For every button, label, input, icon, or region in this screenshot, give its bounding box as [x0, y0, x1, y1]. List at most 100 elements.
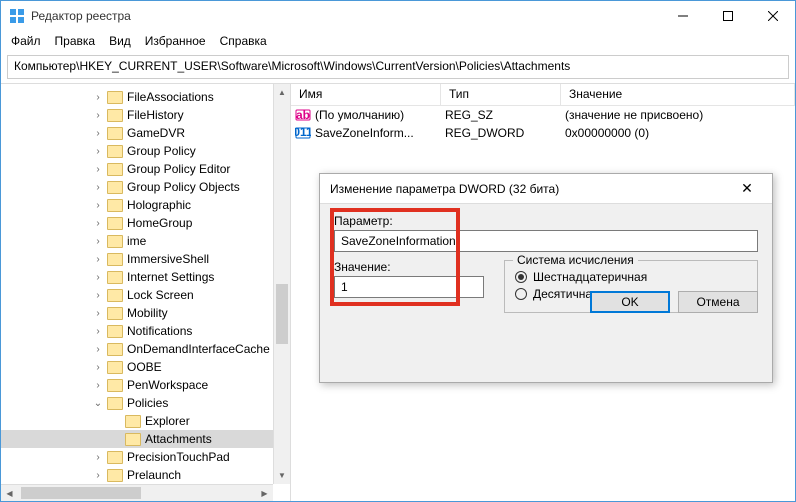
address-bar[interactable]: Компьютер\HKEY_CURRENT_USER\Software\Mic…: [7, 55, 789, 79]
folder-icon: [107, 217, 123, 230]
tree-item[interactable]: ›Mobility: [1, 304, 290, 322]
dialog-close-button[interactable]: ✕: [732, 180, 762, 197]
chevron-right-icon[interactable]: ›: [91, 326, 105, 337]
base-legend: Система исчисления: [513, 253, 638, 267]
tree-item[interactable]: ›GameDVR: [1, 124, 290, 142]
chevron-right-icon[interactable]: ›: [91, 164, 105, 175]
value-name: SaveZoneInform...: [315, 126, 414, 140]
tree-item[interactable]: › Internet Settings: [1, 268, 290, 286]
app-icon: [9, 8, 25, 24]
tree-item-label: OnDemandInterfaceCache: [127, 342, 270, 356]
tree-item[interactable]: ›OOBE: [1, 358, 290, 376]
menu-help[interactable]: Справка: [220, 34, 267, 48]
svg-text:011: 011: [295, 125, 311, 139]
folder-icon: [107, 307, 123, 320]
tree-item[interactable]: › Group Policy Editor: [1, 160, 290, 178]
folder-icon: [107, 253, 123, 266]
folder-icon: [107, 289, 123, 302]
scroll-thumb[interactable]: [276, 284, 288, 344]
radio-hex[interactable]: Шестнадцатеричная: [515, 270, 747, 284]
chevron-right-icon[interactable]: ›: [91, 272, 105, 283]
scroll-down-icon[interactable]: ▼: [274, 467, 290, 484]
menu-favorites[interactable]: Избранное: [145, 34, 206, 48]
menu-edit[interactable]: Правка: [55, 34, 96, 48]
scroll-up-icon[interactable]: ▲: [274, 84, 290, 101]
close-button[interactable]: [750, 1, 795, 31]
tree-item[interactable]: ›HomeGroup: [1, 214, 290, 232]
chevron-right-icon[interactable]: ›: [91, 308, 105, 319]
value-row[interactable]: 011SaveZoneInform...REG_DWORD0x00000000 …: [291, 124, 795, 142]
tree-pane[interactable]: ›FileAssociations›FileHistory›GameDVR›Gr…: [1, 84, 291, 501]
tree-item-label: Group Policy: [127, 144, 196, 158]
tree-item-label: FileAssociations: [127, 90, 214, 104]
scroll-left-icon[interactable]: ◀: [1, 485, 18, 501]
window-title: Редактор реестра: [31, 9, 660, 23]
chevron-right-icon[interactable]: ›: [91, 128, 105, 139]
tree-item[interactable]: ›PenWorkspace: [1, 376, 290, 394]
chevron-right-icon[interactable]: ›: [91, 236, 105, 247]
chevron-right-icon[interactable]: ›: [91, 182, 105, 193]
tree-item[interactable]: Attachments: [1, 430, 290, 448]
folder-icon: [107, 379, 123, 392]
titlebar[interactable]: Редактор реестра: [1, 1, 795, 31]
menu-file[interactable]: Файл: [11, 34, 41, 48]
tree-item[interactable]: ⌄ Policies: [1, 394, 290, 412]
tree-item[interactable]: › OnDemandInterfaceCache: [1, 340, 290, 358]
tree-item[interactable]: ›Lock Screen: [1, 286, 290, 304]
tree-item-label: Policies: [127, 396, 168, 410]
chevron-right-icon[interactable]: ›: [91, 92, 105, 103]
chevron-right-icon[interactable]: ›: [91, 380, 105, 391]
chevron-right-icon[interactable]: ›: [91, 452, 105, 463]
folder-icon: [107, 469, 123, 482]
tree-item[interactable]: Explorer: [1, 412, 290, 430]
value-data-input[interactable]: [334, 276, 484, 298]
chevron-right-icon[interactable]: ›: [91, 110, 105, 121]
folder-icon: [107, 181, 123, 194]
maximize-button[interactable]: [705, 1, 750, 31]
col-data[interactable]: Значение: [561, 84, 795, 105]
tree-item-label: Internet Settings: [127, 270, 214, 284]
tree-item-label: Notifications: [127, 324, 192, 338]
tree-item[interactable]: ›ImmersiveShell: [1, 250, 290, 268]
dword-value-icon: 011: [295, 125, 311, 141]
chevron-right-icon[interactable]: ›: [91, 290, 105, 301]
radio-icon: [515, 288, 527, 300]
param-name-input[interactable]: [334, 230, 758, 252]
tree-vscrollbar[interactable]: ▲ ▼: [273, 84, 290, 484]
col-name[interactable]: Имя: [291, 84, 441, 105]
value-row[interactable]: ab(По умолчанию)REG_SZ(значение не присв…: [291, 106, 795, 124]
tree-item[interactable]: ›Prelaunch: [1, 466, 290, 484]
minimize-button[interactable]: [660, 1, 705, 31]
value-type: REG_DWORD: [441, 126, 561, 140]
chevron-right-icon[interactable]: ›: [91, 254, 105, 265]
cancel-button[interactable]: Отмена: [678, 291, 758, 313]
dialog-title: Изменение параметра DWORD (32 бита): [330, 182, 732, 196]
string-value-icon: ab: [295, 107, 311, 123]
menubar: Файл Правка Вид Избранное Справка: [1, 31, 795, 51]
chevron-right-icon[interactable]: ›: [91, 470, 105, 481]
tree-item[interactable]: ›Group Policy Objects: [1, 178, 290, 196]
tree-hscrollbar[interactable]: ◀ ▶: [1, 484, 273, 501]
dialog-titlebar[interactable]: Изменение параметра DWORD (32 бита) ✕: [320, 174, 772, 204]
chevron-down-icon[interactable]: ⌄: [91, 398, 105, 409]
chevron-right-icon[interactable]: ›: [91, 362, 105, 373]
chevron-right-icon[interactable]: ›: [91, 200, 105, 211]
tree-item[interactable]: ›Holographic: [1, 196, 290, 214]
tree-item[interactable]: ›PrecisionTouchPad: [1, 448, 290, 466]
chevron-right-icon[interactable]: ›: [91, 344, 105, 355]
tree-item[interactable]: › FileAssociations: [1, 88, 290, 106]
tree-item-label: Group Policy Editor: [127, 162, 230, 176]
folder-icon: [107, 109, 123, 122]
ok-button[interactable]: OK: [590, 291, 670, 313]
tree-item[interactable]: ›ime: [1, 232, 290, 250]
tree-item[interactable]: › Group Policy: [1, 142, 290, 160]
chevron-right-icon[interactable]: ›: [91, 218, 105, 229]
scroll-thumb[interactable]: [21, 487, 141, 499]
menu-view[interactable]: Вид: [109, 34, 131, 48]
scroll-right-icon[interactable]: ▶: [256, 485, 273, 501]
tree-item[interactable]: › Notifications: [1, 322, 290, 340]
tree-item[interactable]: ›FileHistory: [1, 106, 290, 124]
chevron-right-icon[interactable]: ›: [91, 146, 105, 157]
col-type[interactable]: Тип: [441, 84, 561, 105]
value-data: (значение не присвоено): [561, 108, 795, 122]
